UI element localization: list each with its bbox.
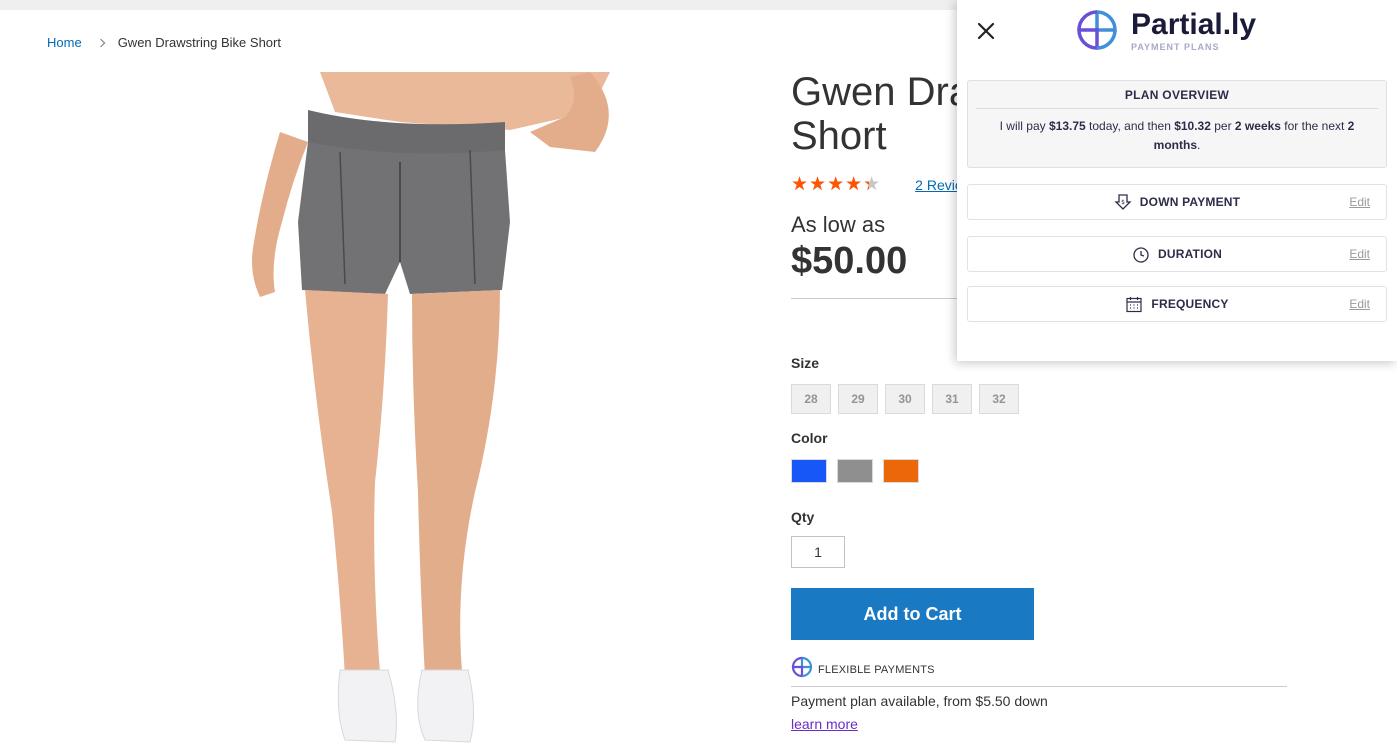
breadcrumb-current: Gwen Drawstring Bike Short	[117, 35, 281, 50]
divider	[791, 686, 1287, 687]
divider	[791, 298, 961, 299]
edit-down-payment-link[interactable]: Edit	[1349, 195, 1370, 209]
size-options: 28 29 30 31 32	[791, 384, 1019, 414]
overview-text-part: today, and then	[1085, 119, 1175, 133]
rating: ★★★★★ ★★★★★ 2 Revie	[791, 175, 963, 194]
plan-overview-title: PLAN OVERVIEW	[1124, 88, 1230, 102]
color-swatch-gray[interactable]	[837, 459, 873, 483]
color-label: Color	[791, 430, 828, 446]
star-icons-filled: ★★★★★	[791, 175, 869, 194]
size-option-29[interactable]: 29	[838, 384, 878, 414]
overview-text-part: .	[1197, 138, 1201, 152]
breadcrumb: Home Gwen Drawstring Bike Short	[47, 35, 281, 50]
calendar-icon	[1126, 297, 1143, 313]
partially-logo: Partial.ly PAYMENT PLANS	[1075, 8, 1256, 52]
partially-panel: Partial.ly PAYMENT PLANS PLAN OVERVIEW I…	[957, 0, 1397, 361]
partially-logo-subtitle: PAYMENT PLANS	[1131, 41, 1220, 52]
color-swatch-blue[interactable]	[791, 459, 827, 483]
plan-overview-text: I will pay $13.75 today, and then $10.32…	[968, 109, 1386, 155]
add-to-cart-button[interactable]: Add to Cart	[791, 588, 1034, 640]
frequency-label: FREQUENCY	[1151, 297, 1229, 311]
duration-row[interactable]: DURATION Edit	[967, 236, 1387, 272]
today-amount: $13.75	[1048, 119, 1086, 133]
plan-overview: PLAN OVERVIEW I will pay $13.75 today, a…	[967, 80, 1387, 168]
size-label: Size	[791, 355, 820, 371]
duration-unit: months	[1153, 138, 1197, 152]
qty-input[interactable]	[791, 536, 845, 568]
edit-frequency-link[interactable]: Edit	[1349, 297, 1370, 311]
size-option-28[interactable]: 28	[791, 384, 831, 414]
down-payment-row[interactable]: $ DOWN PAYMENT Edit	[967, 184, 1387, 220]
down-payment-label: DOWN PAYMENT	[1139, 195, 1241, 209]
flexible-payments-badge: FLEXIBLE PAYMENTS	[791, 656, 935, 678]
duration-number: 2	[1347, 119, 1355, 133]
overview-text-part: I will pay	[999, 119, 1049, 133]
svg-text:$: $	[1121, 199, 1125, 206]
rating-stars: ★★★★★ ★★★★★	[791, 175, 881, 194]
product-image[interactable]	[150, 72, 670, 749]
payment-plan-text: Payment plan available, from $5.50 down	[791, 693, 1048, 709]
duration-label: DURATION	[1157, 247, 1223, 261]
chevron-right-icon	[96, 38, 105, 47]
flexible-payments-label: FLEXIBLE PAYMENTS	[818, 664, 935, 676]
price-label: As low as	[791, 212, 886, 237]
color-swatch-orange[interactable]	[883, 459, 919, 483]
price: $50.00	[791, 240, 908, 282]
frequency-value: 2 weeks	[1234, 119, 1281, 133]
size-option-31[interactable]: 31	[932, 384, 972, 414]
overview-text-part: per	[1210, 119, 1235, 133]
partially-logo-icon	[1077, 10, 1117, 50]
down-payment-icon: $	[1114, 194, 1132, 210]
installment-amount: $10.32	[1174, 119, 1211, 133]
overview-text-part: for the next	[1280, 119, 1348, 133]
learn-more-link[interactable]: learn more	[791, 716, 858, 732]
close-icon[interactable]	[975, 20, 997, 42]
partially-logo-name: Partial.ly	[1131, 7, 1257, 41]
partially-logo-icon	[791, 656, 813, 678]
frequency-row[interactable]: FREQUENCY Edit	[967, 286, 1387, 322]
color-options	[791, 459, 919, 483]
clock-icon	[1133, 247, 1149, 263]
size-option-32[interactable]: 32	[979, 384, 1019, 414]
edit-duration-link[interactable]: Edit	[1349, 247, 1370, 261]
reviews-link[interactable]: 2 Revie	[915, 177, 962, 193]
size-option-30[interactable]: 30	[885, 384, 925, 414]
qty-label: Qty	[791, 509, 815, 525]
breadcrumb-home-link[interactable]: Home	[47, 35, 82, 50]
